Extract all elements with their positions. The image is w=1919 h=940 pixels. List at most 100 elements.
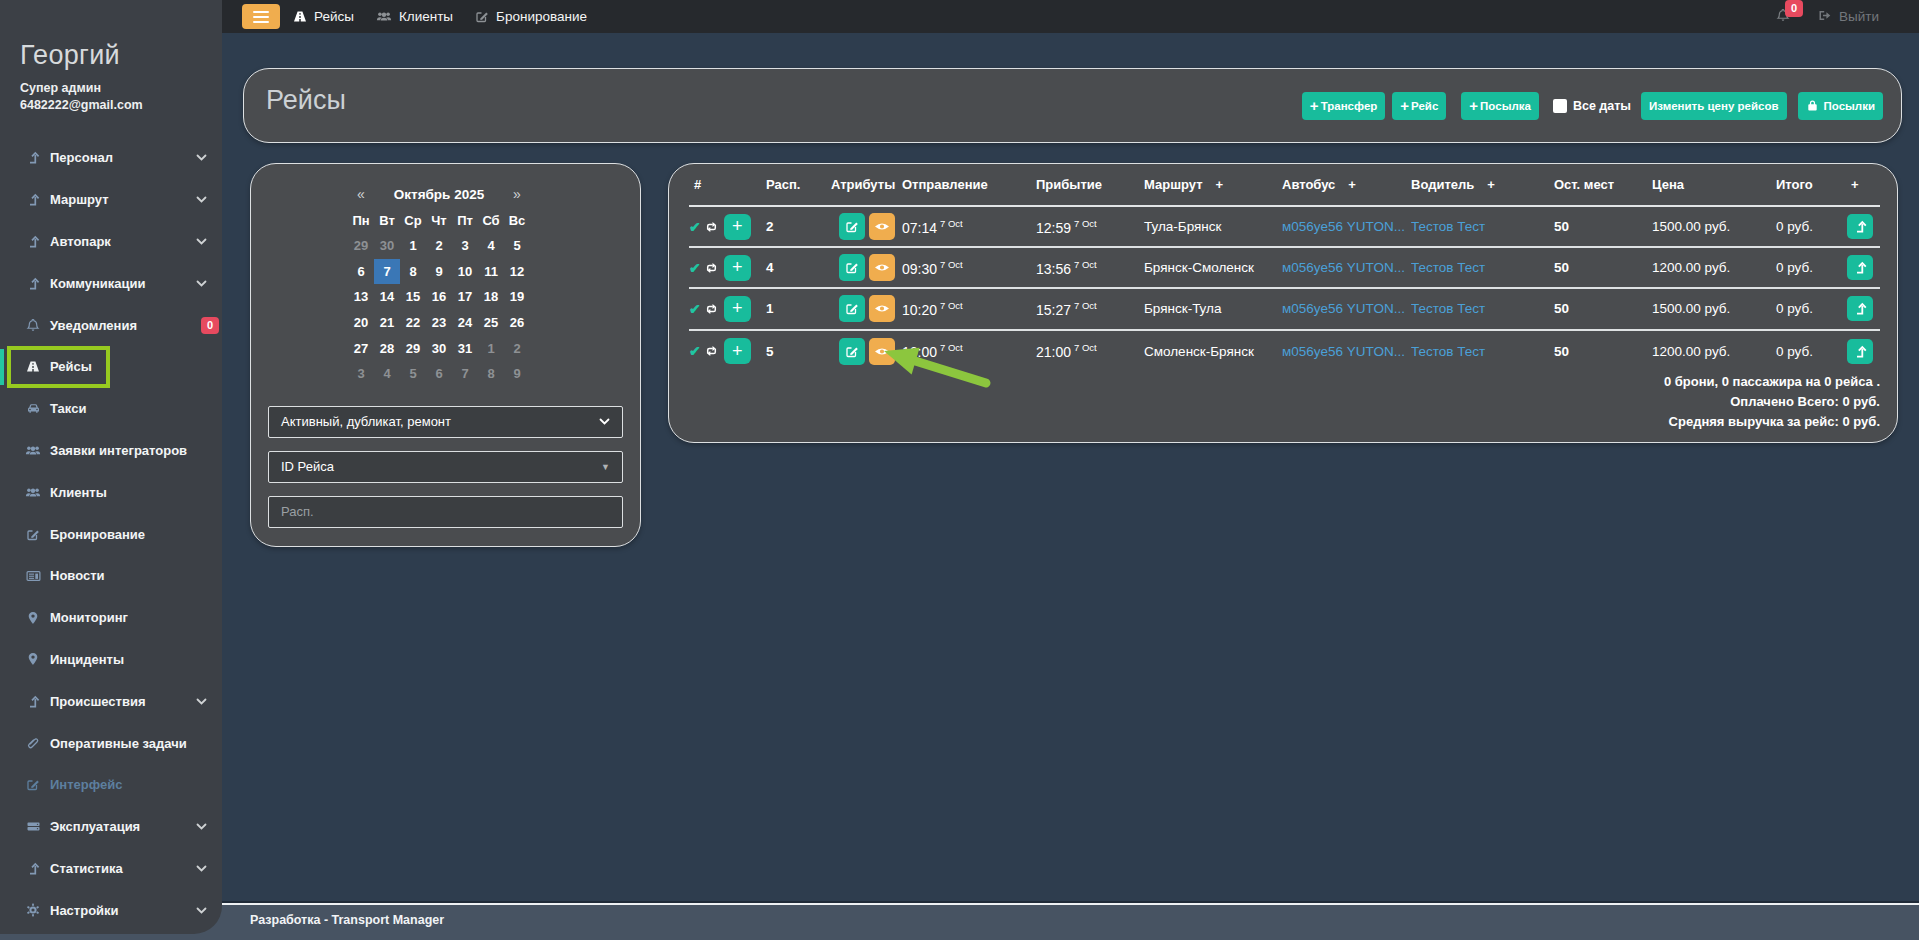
driver-link[interactable]: Тестов Тест — [1411, 301, 1554, 316]
column-header[interactable]: + — [1844, 177, 1880, 192]
bus-link[interactable]: м056уе56 YUTON... — [1282, 344, 1411, 359]
calendar-day[interactable]: 8 — [478, 361, 504, 387]
add-trip-button[interactable]: +Рейс — [1392, 92, 1446, 120]
calendar-day[interactable]: 7 — [452, 361, 478, 387]
edit-trip-button[interactable] — [839, 295, 865, 322]
calendar-day[interactable]: 4 — [478, 233, 504, 259]
sidebar-item[interactable]: Настройки — [0, 889, 222, 931]
edit-trip-button[interactable] — [839, 213, 865, 240]
calendar-day[interactable]: 12 — [504, 259, 530, 285]
bus-link[interactable]: м056уе56 YUTON... — [1282, 219, 1411, 234]
calendar-day[interactable]: 18 — [478, 284, 504, 310]
calendar-day[interactable]: 14 — [374, 284, 400, 310]
sidebar-item[interactable]: Рейсы — [0, 346, 222, 388]
calendar-day[interactable]: 1 — [400, 233, 426, 259]
view-trip-button[interactable] — [869, 254, 895, 281]
view-trip-button[interactable] — [869, 213, 895, 240]
hamburger-menu-button[interactable] — [242, 4, 280, 29]
calendar-day[interactable]: 24 — [452, 310, 478, 336]
add-row-button[interactable]: + — [724, 296, 751, 322]
add-transfer-button[interactable]: +Трансфер — [1302, 92, 1385, 120]
bus-link[interactable]: м056уе56 YUTON... — [1282, 260, 1411, 275]
calendar-day[interactable]: 23 — [426, 310, 452, 336]
calendar-day[interactable]: 21 — [374, 310, 400, 336]
calendar-day[interactable]: 13 — [348, 284, 374, 310]
add-row-button[interactable]: + — [724, 214, 751, 240]
calendar-day[interactable]: 6 — [348, 259, 374, 285]
sidebar-item[interactable]: Маршрут — [0, 179, 222, 221]
sidebar-item[interactable]: Такси — [0, 388, 222, 430]
logout-button[interactable]: Выйти — [1818, 9, 1879, 25]
driver-link[interactable]: Тестов Тест — [1411, 260, 1554, 275]
sidebar-item[interactable]: Интерфейс — [0, 764, 222, 806]
calendar-day[interactable]: 15 — [400, 284, 426, 310]
calendar-day[interactable]: 1 — [478, 335, 504, 361]
topnav-item-2[interactable]: Клиенты — [365, 9, 464, 24]
sidebar-item[interactable]: Эксплуатация — [0, 806, 222, 848]
calendar-day[interactable]: 19 — [504, 284, 530, 310]
view-trip-button[interactable] — [869, 295, 895, 322]
sidebar-item[interactable]: Уведомления0 — [0, 304, 222, 346]
calendar-day[interactable]: 25 — [478, 310, 504, 336]
calendar-day[interactable]: 30 — [374, 233, 400, 259]
calendar-day[interactable]: 10 — [452, 259, 478, 285]
notifications-bell-button[interactable]: 0 — [1776, 8, 1790, 26]
sidebar-item[interactable]: Заявки интеграторов — [0, 430, 222, 472]
calendar-day[interactable]: 26 — [504, 310, 530, 336]
calendar-day[interactable]: 5 — [400, 361, 426, 387]
column-header[interactable]: Маршрут+ — [1144, 177, 1282, 192]
calendar-day[interactable]: 20 — [348, 310, 374, 336]
edit-trip-button[interactable] — [839, 254, 865, 281]
calendar-day[interactable]: 31 — [452, 335, 478, 361]
calendar-day[interactable]: 29 — [348, 233, 374, 259]
sidebar-item[interactable]: Персонал — [0, 137, 222, 179]
calendar-day[interactable]: 2 — [426, 233, 452, 259]
level-up-button[interactable] — [1847, 214, 1873, 239]
calendar-day[interactable]: 5 — [504, 233, 530, 259]
sidebar-item[interactable]: Мониторинг — [0, 597, 222, 639]
sidebar-item[interactable]: Коммуникации — [0, 262, 222, 304]
calendar-day[interactable]: 3 — [348, 361, 374, 387]
status-filter-select[interactable]: Активный, дубликат, ремонт — [268, 406, 623, 438]
sidebar-item[interactable]: Клиенты — [0, 471, 222, 513]
sidebar-item[interactable]: Новости — [0, 555, 222, 597]
calendar-day[interactable]: 29 — [400, 335, 426, 361]
change-price-button[interactable]: Изменить цену рейсов — [1641, 92, 1787, 120]
calendar-day[interactable]: 9 — [504, 361, 530, 387]
calendar-day[interactable]: 16 — [426, 284, 452, 310]
sidebar-item[interactable]: Бронирование — [0, 513, 222, 555]
sidebar-item[interactable]: Инциденты — [0, 639, 222, 681]
calendar-next-button[interactable]: » — [504, 186, 530, 202]
sidebar-item[interactable]: Оперативные задачи — [0, 722, 222, 764]
parcels-button[interactable]: Посылки — [1798, 92, 1884, 120]
topnav-item-1[interactable]: Рейсы — [282, 9, 365, 24]
calendar-day[interactable]: 22 — [400, 310, 426, 336]
calendar-day[interactable]: 9 — [426, 259, 452, 285]
calendar-day[interactable]: 3 — [452, 233, 478, 259]
sidebar-item[interactable]: Происшествия — [0, 680, 222, 722]
calendar-day[interactable]: 4 — [374, 361, 400, 387]
trip-id-select[interactable]: ID Рейса ▼ — [268, 451, 623, 483]
calendar-day[interactable]: 27 — [348, 335, 374, 361]
driver-link[interactable]: Тестов Тест — [1411, 219, 1554, 234]
add-row-button[interactable]: + — [724, 255, 751, 281]
calendar-prev-button[interactable]: « — [348, 186, 374, 202]
calendar-day[interactable]: 28 — [374, 335, 400, 361]
rasp-input[interactable]: Расп. — [268, 496, 623, 528]
calendar-day[interactable]: 11 — [478, 259, 504, 285]
calendar-title[interactable]: Октябрь 2025 — [374, 187, 504, 202]
column-header[interactable]: Водитель+ — [1411, 177, 1554, 192]
level-up-button[interactable] — [1847, 339, 1873, 364]
sidebar-item[interactable]: Статистика — [0, 848, 222, 890]
edit-trip-button[interactable] — [839, 338, 865, 365]
calendar-day[interactable]: 17 — [452, 284, 478, 310]
driver-link[interactable]: Тестов Тест — [1411, 344, 1554, 359]
calendar-day[interactable]: 8 — [400, 259, 426, 285]
calendar-day[interactable]: 2 — [504, 335, 530, 361]
column-header[interactable]: Автобус+ — [1282, 177, 1411, 192]
bus-link[interactable]: м056уе56 YUTON... — [1282, 301, 1411, 316]
sidebar-item[interactable]: Автопарк — [0, 221, 222, 263]
calendar-day[interactable]: 6 — [426, 361, 452, 387]
level-up-button[interactable] — [1847, 255, 1873, 280]
add-parcel-button[interactable]: +Посылка — [1461, 92, 1539, 120]
